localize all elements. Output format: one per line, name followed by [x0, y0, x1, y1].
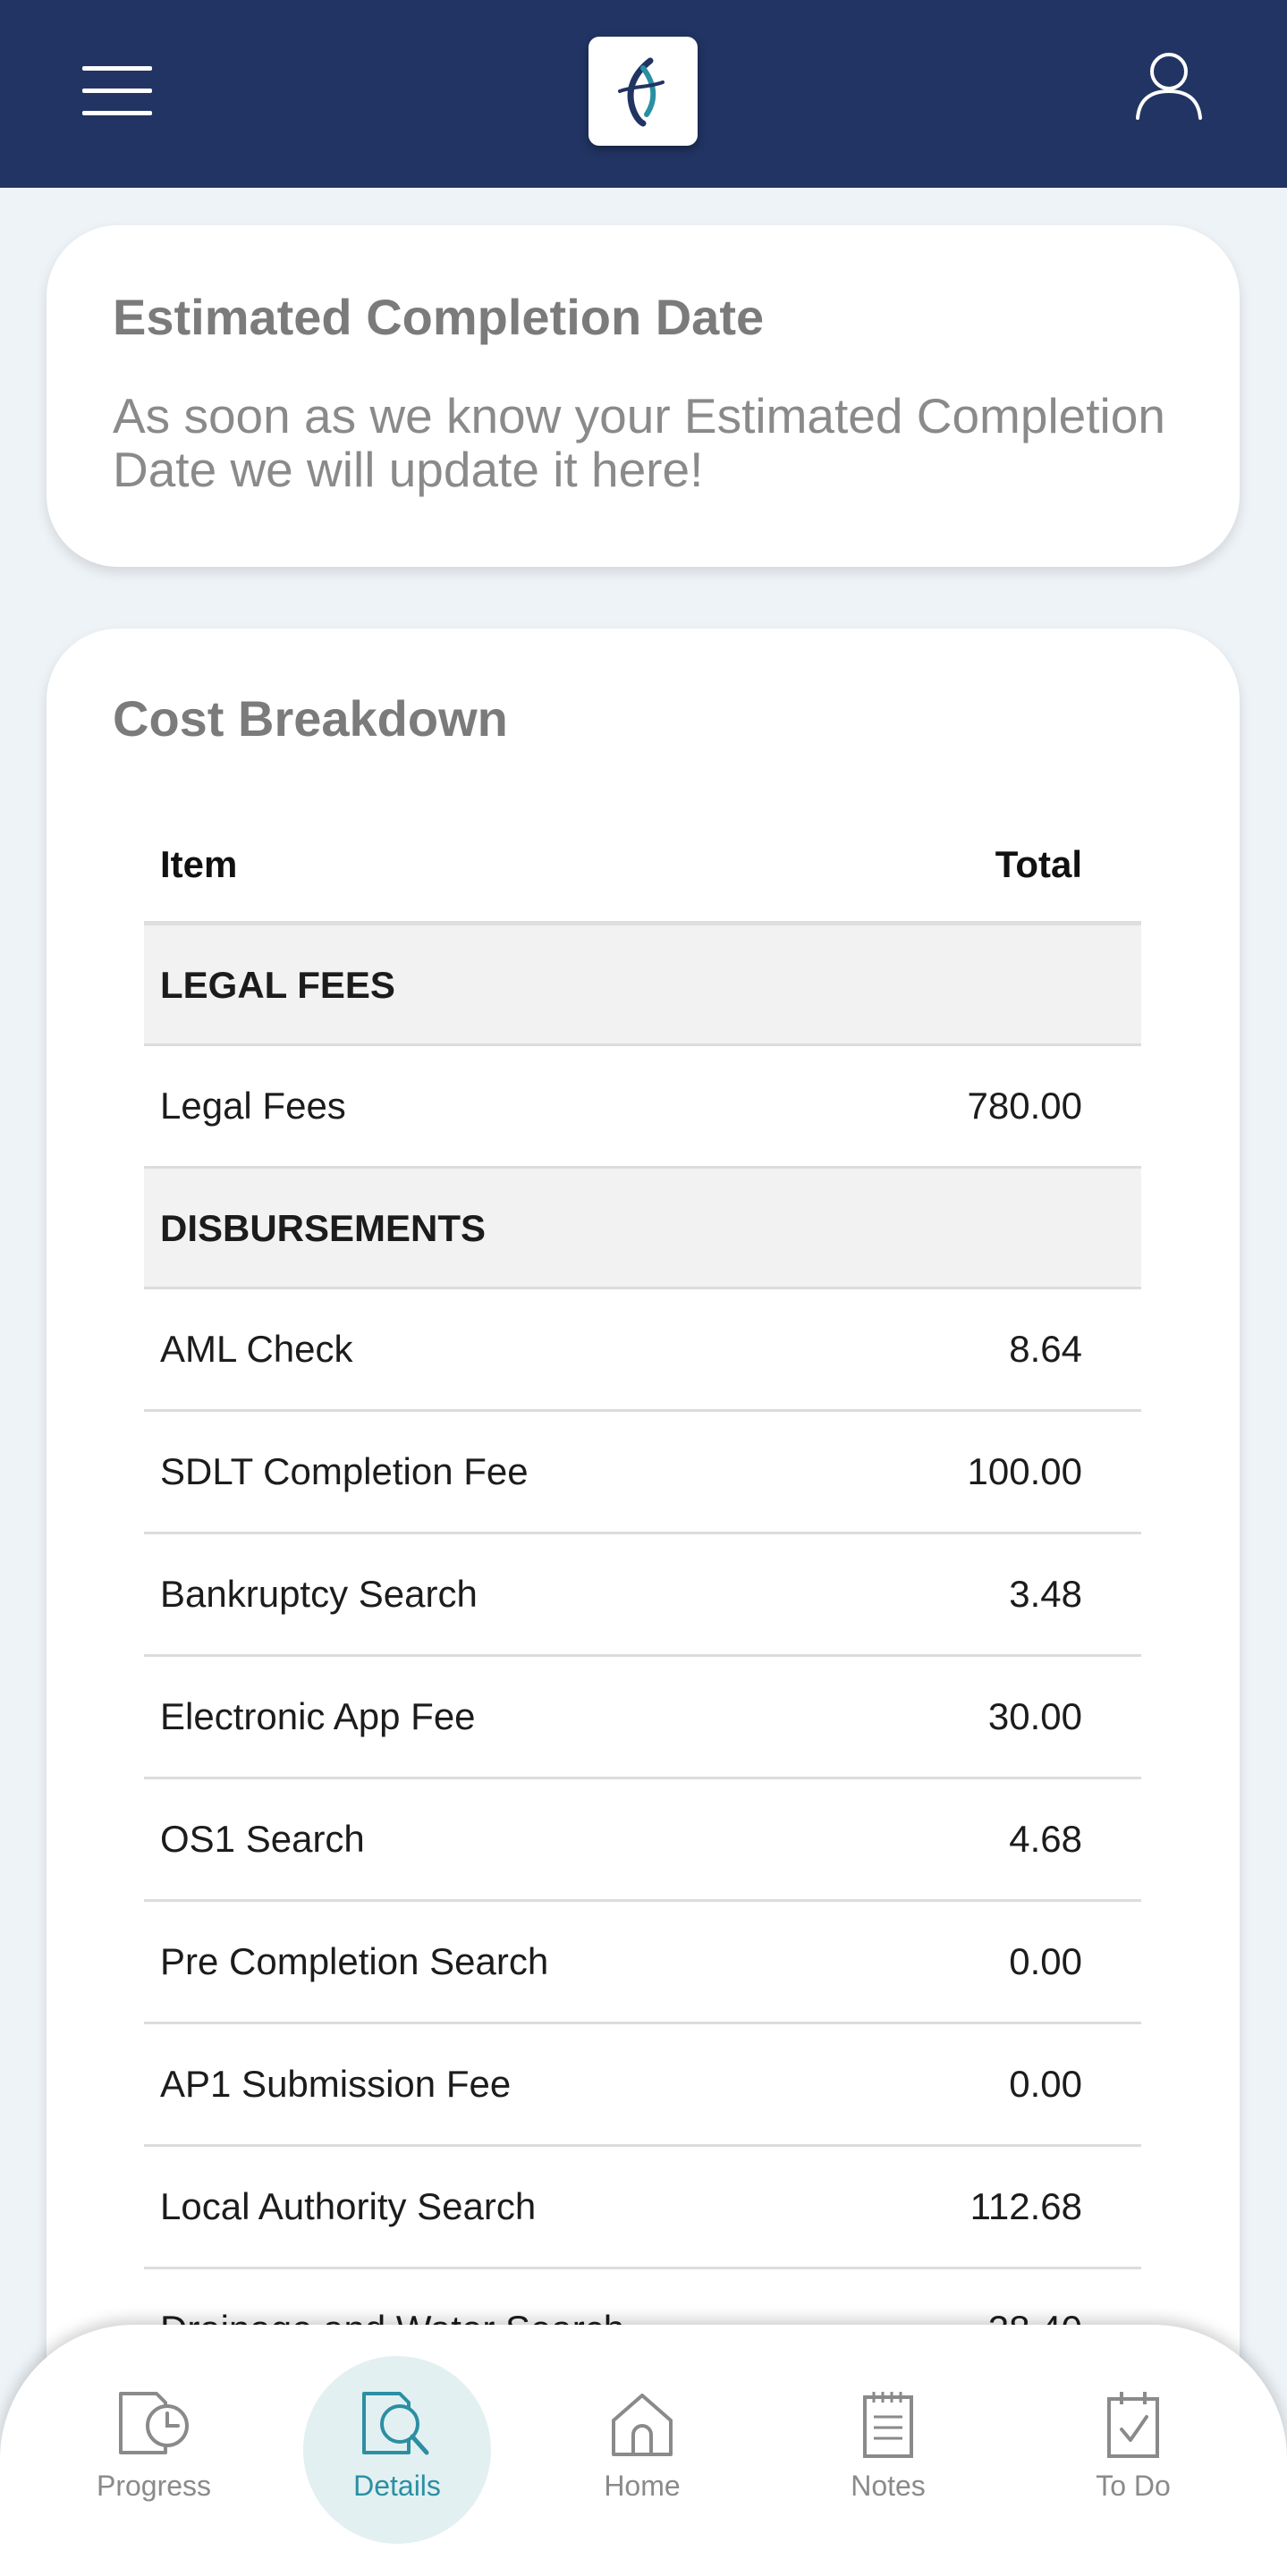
row-total: 8.64	[1009, 1328, 1082, 1370]
hamburger-menu-icon[interactable]	[82, 66, 154, 116]
row-total: 100.00	[967, 1450, 1082, 1492]
row-total: 3.48	[1009, 1573, 1082, 1615]
brand-logo[interactable]	[588, 37, 698, 146]
row-item: Local Authority Search	[160, 2185, 537, 2227]
row-total: 0.00	[1009, 2063, 1082, 2105]
progress-clock-icon	[119, 2392, 189, 2454]
column-header-item: Item	[160, 843, 238, 885]
nav-label: Notes	[851, 2470, 926, 2502]
nav-home[interactable]: Home	[548, 2325, 736, 2576]
table-row: AML Check 8.64	[144, 1289, 1141, 1412]
nav-label: Details	[353, 2470, 441, 2502]
nav-label: To Do	[1096, 2470, 1171, 2502]
column-header-total: Total	[995, 843, 1082, 885]
nav-progress[interactable]: Progress	[60, 2325, 248, 2576]
table-row: Local Authority Search 112.68	[144, 2147, 1141, 2269]
cost-breakdown-title: Cost Breakdown	[113, 690, 508, 747]
table-row-section: LEGAL FEES	[144, 925, 1141, 1046]
table-row: Pre Completion Search 0.00	[144, 1902, 1141, 2024]
table-row: AP1 Submission Fee 0.00	[144, 2024, 1141, 2147]
table-row: OS1 Search 4.68	[144, 1779, 1141, 1902]
nav-notes[interactable]: Notes	[794, 2325, 982, 2576]
estimated-completion-message: As soon as we know your Estimated Comple…	[113, 388, 1165, 497]
cost-table: Item Total LEGAL FEES Legal Fees 780.00 …	[144, 790, 1141, 2392]
table-row: Electronic App Fee 30.00	[144, 1657, 1141, 1779]
row-item: LEGAL FEES	[160, 964, 395, 1006]
estimated-completion-card: Estimated Completion Date As soon as we …	[47, 225, 1240, 567]
row-total: 30.00	[987, 1695, 1082, 1737]
row-item: Legal Fees	[160, 1085, 346, 1127]
row-total: 780.00	[967, 1085, 1082, 1127]
row-item: SDLT Completion Fee	[160, 1450, 529, 1492]
row-item: AP1 Submission Fee	[160, 2063, 512, 2105]
nav-label: Home	[604, 2470, 681, 2502]
row-item: AML Check	[160, 1328, 353, 1370]
table-header: Item Total	[144, 790, 1141, 925]
details-search-icon	[362, 2392, 429, 2455]
row-item: DISBURSEMENTS	[160, 1207, 487, 1249]
bottom-navigation: Progress Details Home Notes To Do	[0, 2325, 1287, 2576]
row-item: Pre Completion Search	[160, 1940, 549, 1982]
nav-details[interactable]: Details	[303, 2325, 491, 2576]
notes-icon	[863, 2392, 913, 2458]
cost-breakdown-card: Cost Breakdown Item Total LEGAL FEES Leg…	[47, 629, 1240, 2576]
row-total: 4.68	[1009, 1818, 1082, 1860]
app-header	[0, 0, 1287, 188]
row-item: Electronic App Fee	[160, 1695, 476, 1737]
nav-todo[interactable]: To Do	[1039, 2325, 1227, 2576]
row-item: OS1 Search	[160, 1818, 365, 1860]
row-total: 112.68	[969, 2185, 1082, 2227]
table-row: Legal Fees 780.00	[144, 1046, 1141, 1169]
row-item: Bankruptcy Search	[160, 1573, 478, 1615]
nav-label: Progress	[96, 2470, 212, 2502]
table-row: Bankruptcy Search 3.48	[144, 1534, 1141, 1657]
home-icon	[612, 2394, 673, 2456]
row-total: 0.00	[1009, 1940, 1082, 1982]
estimated-completion-title: Estimated Completion Date	[113, 289, 765, 345]
table-row-section: DISBURSEMENTS	[144, 1169, 1141, 1289]
table-row: SDLT Completion Fee 100.00	[144, 1412, 1141, 1534]
user-profile-icon[interactable]	[1134, 50, 1204, 122]
todo-checklist-icon	[1107, 2392, 1159, 2458]
